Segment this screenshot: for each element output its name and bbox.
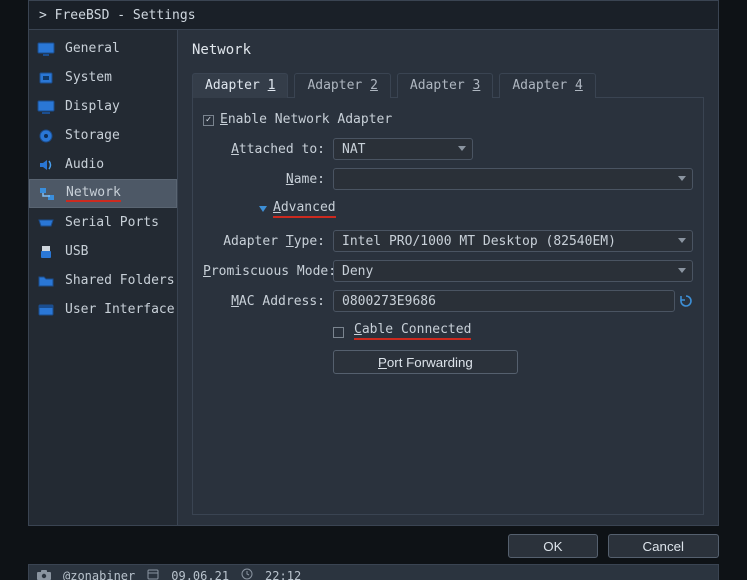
clock-icon	[241, 568, 253, 580]
mac-address-label: MAC Address:	[203, 294, 333, 309]
tab-adapter-3[interactable]: Adapter 3	[397, 73, 493, 98]
mac-address-input[interactable]: 0800273E9686	[333, 290, 675, 312]
speaker-icon	[37, 157, 55, 173]
settings-window: General System Display Storage Audio	[28, 29, 719, 526]
enable-adapter-row: ✓ Enable Network Adapter	[203, 108, 693, 130]
usb-icon	[37, 244, 55, 260]
enable-adapter-checkbox[interactable]: ✓	[203, 115, 214, 126]
sidebar-item-label: Network	[66, 185, 121, 202]
name-label: Name:	[203, 172, 333, 187]
refresh-mac-button[interactable]	[679, 294, 693, 308]
sidebar-item-userinterface[interactable]: User Interface	[29, 295, 177, 324]
sidebar-item-label: Storage	[65, 128, 120, 143]
disk-icon	[37, 128, 55, 144]
display-icon	[37, 99, 55, 115]
window-titlebar: > FreeBSD - Settings	[28, 0, 719, 29]
adapter-type-label: Adapter Type:	[203, 234, 333, 249]
adapter-tabs: Adapter 1 Adapter 2 Adapter 3 Adapter 4	[192, 72, 704, 98]
promiscuous-mode-select[interactable]: Deny	[333, 260, 693, 282]
sidebar-item-display[interactable]: Display	[29, 92, 177, 121]
chevron-down-icon	[458, 146, 466, 151]
sidebar-item-sharedfolders[interactable]: Shared Folders	[29, 266, 177, 295]
sidebar-item-label: Display	[65, 99, 120, 114]
window-title: > FreeBSD - Settings	[39, 8, 196, 23]
tab-adapter-2[interactable]: Adapter 2	[294, 73, 390, 98]
name-select[interactable]	[333, 168, 693, 190]
sidebar-item-label: System	[65, 70, 112, 85]
status-date: 09.06.21	[171, 569, 229, 580]
port-forwarding-button[interactable]: Port Forwarding	[333, 350, 518, 374]
sidebar-item-storage[interactable]: Storage	[29, 121, 177, 150]
chip-icon	[37, 70, 55, 86]
status-bar: @zonabiner 09.06.21 22:12	[28, 564, 719, 580]
chevron-down-icon	[678, 176, 686, 181]
sidebar-item-system[interactable]: System	[29, 63, 177, 92]
sidebar-item-network[interactable]: Network	[29, 179, 177, 208]
content-panel: Network Adapter 1 Adapter 2 Adapter 3 Ad…	[177, 30, 718, 525]
settings-sidebar: General System Display Storage Audio	[29, 30, 177, 525]
serial-port-icon	[37, 215, 55, 231]
dialog-buttons: OK Cancel	[28, 534, 719, 558]
enable-adapter-label: Enable Network Adapter	[220, 112, 392, 127]
sidebar-item-label: USB	[65, 244, 88, 259]
sidebar-item-audio[interactable]: Audio	[29, 150, 177, 179]
monitor-icon	[37, 41, 55, 57]
sidebar-item-general[interactable]: General	[29, 34, 177, 63]
adapter-panel: ✓ Enable Network Adapter Attached to: NA…	[192, 98, 704, 515]
adapter-type-select[interactable]: Intel PRO/1000 MT Desktop (82540EM)	[333, 230, 693, 252]
attached-to-label: Attached to:	[203, 142, 333, 157]
sidebar-item-label: Serial Ports	[65, 215, 159, 230]
network-icon	[38, 186, 56, 202]
ui-icon	[37, 302, 55, 318]
folder-icon	[37, 273, 55, 289]
camera-icon	[37, 570, 51, 580]
advanced-disclosure[interactable]: Advanced	[203, 200, 344, 218]
cancel-button[interactable]: Cancel	[608, 534, 720, 558]
cable-connected-checkbox[interactable]	[333, 327, 344, 338]
cable-connected-label: Cable Connected	[354, 322, 471, 340]
status-time: 22:12	[265, 569, 301, 580]
tab-adapter-4[interactable]: Adapter 4	[499, 73, 595, 98]
sidebar-item-label: Audio	[65, 157, 104, 172]
chevron-down-icon	[678, 238, 686, 243]
sidebar-item-serialports[interactable]: Serial Ports	[29, 208, 177, 237]
sidebar-item-label: Shared Folders	[65, 273, 175, 288]
sidebar-item-label: General	[65, 41, 120, 56]
chevron-down-icon	[678, 268, 686, 273]
sidebar-item-usb[interactable]: USB	[29, 237, 177, 266]
calendar-icon	[147, 568, 159, 580]
attached-to-select[interactable]: NAT	[333, 138, 473, 160]
status-user: @zonabiner	[63, 569, 135, 580]
tab-adapter-1[interactable]: Adapter 1	[192, 73, 288, 98]
promiscuous-mode-label: Promiscuous Mode:	[203, 264, 333, 279]
page-title: Network	[192, 42, 704, 58]
sidebar-item-label: User Interface	[65, 302, 175, 317]
disclosure-triangle-icon	[259, 206, 267, 212]
ok-button[interactable]: OK	[508, 534, 597, 558]
